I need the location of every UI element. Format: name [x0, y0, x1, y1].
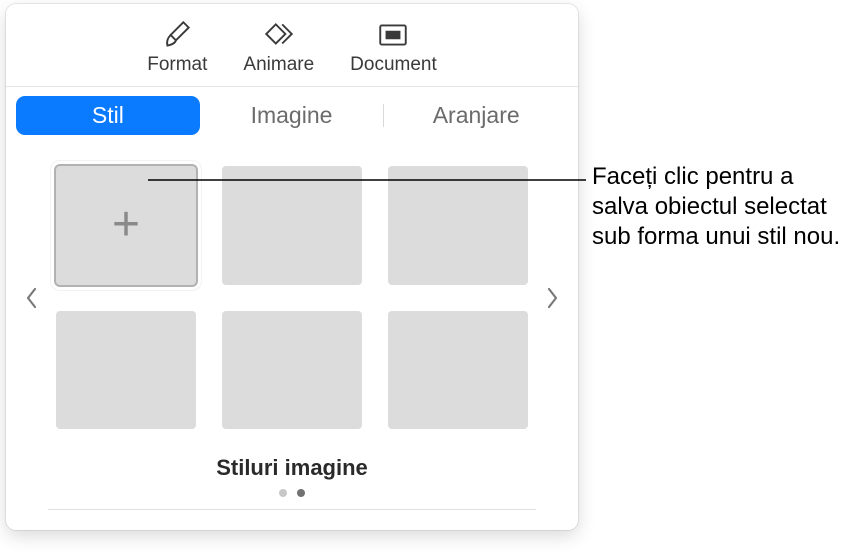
- page-dot[interactable]: [279, 489, 287, 497]
- chevron-right-icon: [545, 286, 559, 310]
- document-icon: [376, 18, 410, 52]
- diamond-icon: [262, 18, 296, 52]
- plus-icon: +: [112, 201, 140, 249]
- animate-toolbar-item[interactable]: Animare: [243, 18, 314, 76]
- style-swatch[interactable]: [222, 166, 362, 285]
- callout-text: Faceți clic pentru a salva obiectul sele…: [592, 162, 852, 253]
- page-dots: [18, 489, 566, 497]
- inspector-tabs: Stil Imagine Aranjare: [6, 87, 578, 144]
- style-swatch[interactable]: [222, 311, 362, 430]
- style-swatch[interactable]: [56, 311, 196, 430]
- styles-prev-arrow[interactable]: [18, 173, 46, 423]
- tab-arrange[interactable]: Aranjare: [384, 96, 568, 135]
- chevron-left-icon: [25, 286, 39, 310]
- page-dot[interactable]: [297, 489, 305, 497]
- document-toolbar-item[interactable]: Document: [350, 18, 437, 76]
- styles-grid: +: [46, 162, 538, 433]
- format-toolbar-item[interactable]: Format: [147, 18, 207, 76]
- paintbrush-icon: [160, 18, 194, 52]
- style-swatch[interactable]: [388, 311, 528, 430]
- animate-label: Animare: [243, 54, 314, 76]
- styles-row: +: [18, 162, 566, 433]
- separator: [48, 509, 536, 510]
- toolbar: Format Animare Document: [6, 4, 578, 87]
- add-style-button[interactable]: +: [56, 166, 196, 285]
- style-swatch[interactable]: [388, 166, 528, 285]
- inspector-panel: Format Animare Document Stil Imagine Ara…: [6, 4, 578, 530]
- tab-image[interactable]: Imagine: [200, 96, 384, 135]
- document-label: Document: [350, 54, 437, 76]
- styles-next-arrow[interactable]: [538, 173, 566, 423]
- format-label: Format: [147, 54, 207, 76]
- styles-area: + Stiluri imagine: [6, 144, 578, 530]
- styles-caption: Stiluri imagine: [18, 455, 566, 481]
- tab-style[interactable]: Stil: [16, 96, 200, 135]
